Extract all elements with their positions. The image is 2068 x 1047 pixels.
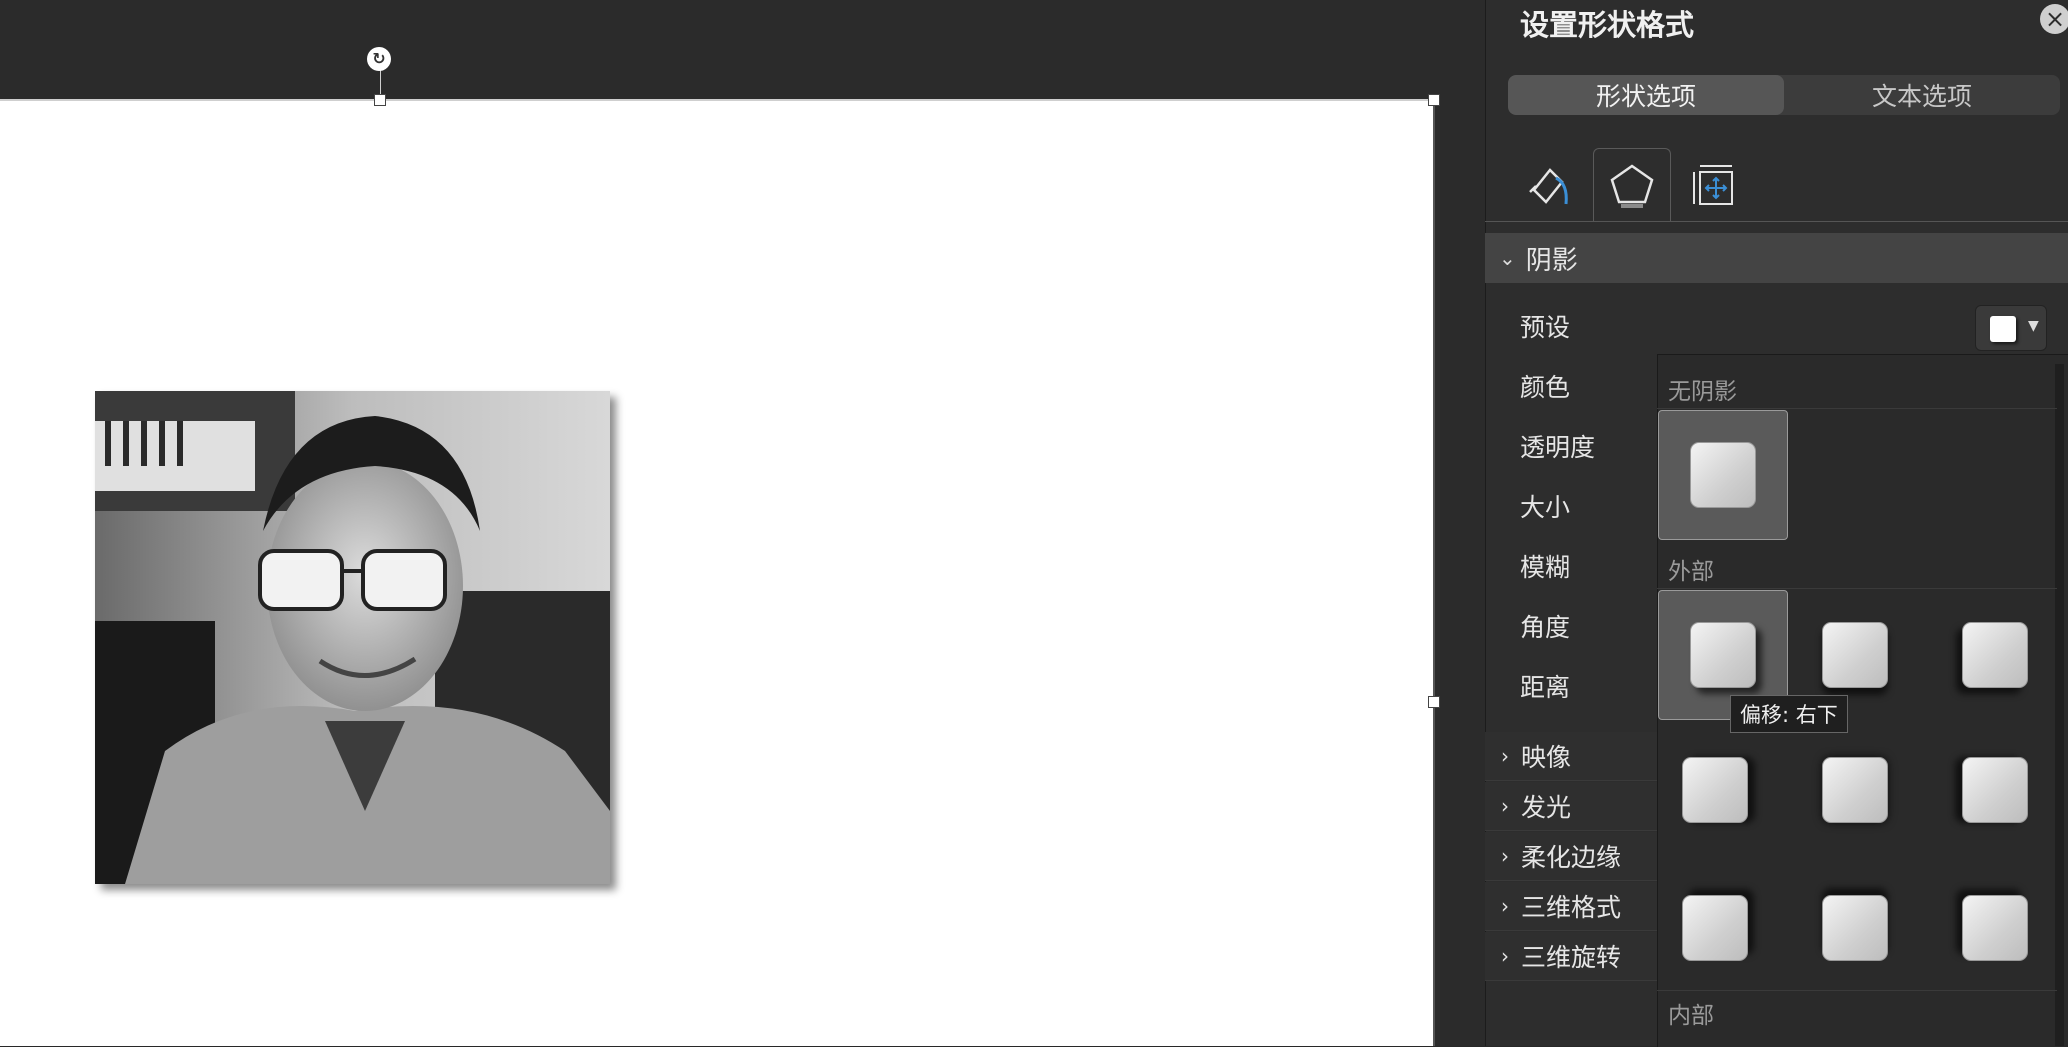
caret-down-icon: ▼ — [2028, 318, 2039, 334]
group-divider — [1657, 588, 2057, 589]
preset-outer-offset-top-right[interactable] — [1650, 863, 1780, 993]
preset-swatch — [1990, 316, 2016, 342]
chevron-down-icon: ⌄ — [1499, 246, 1516, 270]
group-label-outer: 外部 — [1668, 559, 1714, 585]
prop-label-color: 颜色 — [1520, 373, 1571, 402]
section-3d-format[interactable]: › 三维格式 — [1485, 882, 1660, 931]
section-3d-rotation[interactable]: › 三维旋转 — [1485, 932, 1660, 981]
prop-label-distance: 距离 — [1520, 673, 1571, 702]
section-title: 阴影 — [1525, 245, 1578, 276]
preset-outer-offset-center[interactable] — [1790, 725, 1920, 855]
options-segmented-control: 形状选项 文本选项 — [1508, 75, 2060, 115]
preset-tooltip: 偏移: 右下 — [1730, 695, 1848, 733]
preset-outer-offset-top-left[interactable] — [1930, 863, 2060, 993]
close-button[interactable]: × — [2040, 4, 2068, 34]
resize-handle-right[interactable] — [1428, 696, 1440, 708]
group-label-inner: 内部 — [1668, 1003, 1714, 1029]
size-properties-icon[interactable] — [1678, 150, 1754, 222]
preset-outer-offset-top[interactable] — [1790, 863, 1920, 993]
group-divider — [1657, 990, 2057, 991]
chevron-right-icon: › — [1501, 744, 1509, 768]
resize-handle-top-right[interactable] — [1428, 94, 1440, 106]
preset-swatch — [1962, 895, 2028, 961]
chevron-right-icon: › — [1501, 844, 1509, 868]
chevron-right-icon: › — [1501, 894, 1509, 918]
section-reflection[interactable]: › 映像 — [1485, 732, 1660, 781]
shape-effects-icon[interactable] — [1594, 150, 1670, 222]
text-options-tab[interactable]: 文本选项 — [1784, 75, 2060, 115]
shape-options-tab[interactable]: 形状选项 — [1508, 75, 1784, 115]
preset-swatch — [1690, 442, 1756, 508]
preset-no-shadow[interactable] — [1658, 410, 1788, 540]
selection-border-top — [0, 99, 1434, 101]
tabs-divider — [1485, 221, 2068, 222]
preset-swatch — [1822, 622, 1888, 688]
portrait-photo[interactable] — [95, 391, 610, 884]
group-label-no-shadow: 无阴影 — [1668, 379, 1737, 405]
shadow-preset-dropdown[interactable]: ▼ — [1975, 305, 2047, 351]
prop-label-transparency: 透明度 — [1520, 433, 1596, 462]
preset-outer-offset-bottom-left[interactable] — [1930, 590, 2060, 720]
section-glow[interactable]: › 发光 — [1485, 782, 1660, 831]
prop-label-angle: 角度 — [1520, 613, 1571, 642]
preset-swatch — [1822, 757, 1888, 823]
preset-swatch — [1962, 622, 2028, 688]
group-divider — [1657, 408, 2057, 409]
resize-handle-top[interactable] — [374, 94, 386, 106]
preset-outer-offset-right[interactable] — [1650, 725, 1780, 855]
rotate-handle[interactable]: ↻ — [367, 47, 391, 71]
preset-outer-offset-left[interactable] — [1930, 725, 2060, 855]
prop-label-preset: 预设 — [1520, 313, 1571, 342]
preset-swatch — [1690, 622, 1756, 688]
preset-swatch — [1682, 895, 1748, 961]
prop-label-blur: 模糊 — [1520, 553, 1571, 582]
preset-swatch — [1962, 757, 2028, 823]
section-soft-edges[interactable]: › 柔化边缘 — [1485, 832, 1660, 881]
chevron-right-icon: › — [1501, 794, 1509, 818]
preset-swatch — [1682, 757, 1748, 823]
preset-swatch — [1822, 895, 1888, 961]
fill-line-icon[interactable] — [1510, 150, 1586, 222]
prop-label-size: 大小 — [1520, 493, 1571, 522]
panel-title: 设置形状格式 — [1520, 8, 1695, 42]
chevron-right-icon: › — [1501, 944, 1509, 968]
portrait-image — [95, 391, 610, 884]
selection-border-right — [1433, 99, 1435, 1046]
shadow-section-header[interactable]: ⌄ 阴影 — [1485, 233, 2068, 283]
